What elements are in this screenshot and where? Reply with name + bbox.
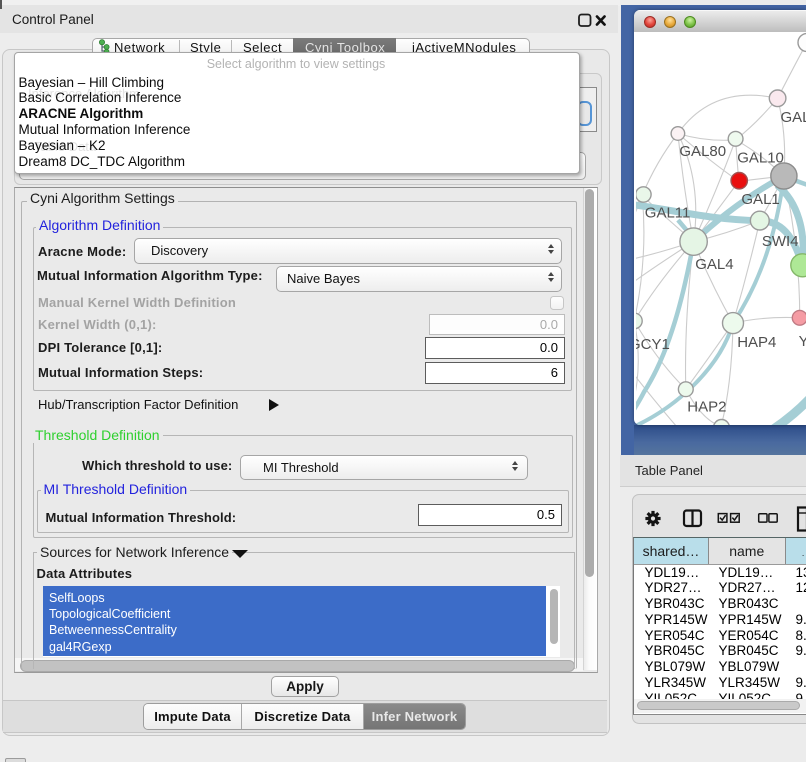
svg-text:GAL7: GAL7 xyxy=(781,108,806,125)
svg-text:HAP4: HAP4 xyxy=(737,334,776,351)
svg-text:SWI4: SWI4 xyxy=(762,232,799,249)
svg-text:GAL11: GAL11 xyxy=(645,204,691,221)
svg-text:GAL10: GAL10 xyxy=(737,149,784,166)
svg-text:GCY1: GCY1 xyxy=(636,335,670,352)
svg-text:HAP2: HAP2 xyxy=(687,398,726,415)
svg-text:GAL1: GAL1 xyxy=(741,190,779,207)
svg-text:YD: YD xyxy=(799,333,806,350)
svg-text:GAL4: GAL4 xyxy=(695,256,733,273)
svg-text:GAL80: GAL80 xyxy=(679,143,726,160)
